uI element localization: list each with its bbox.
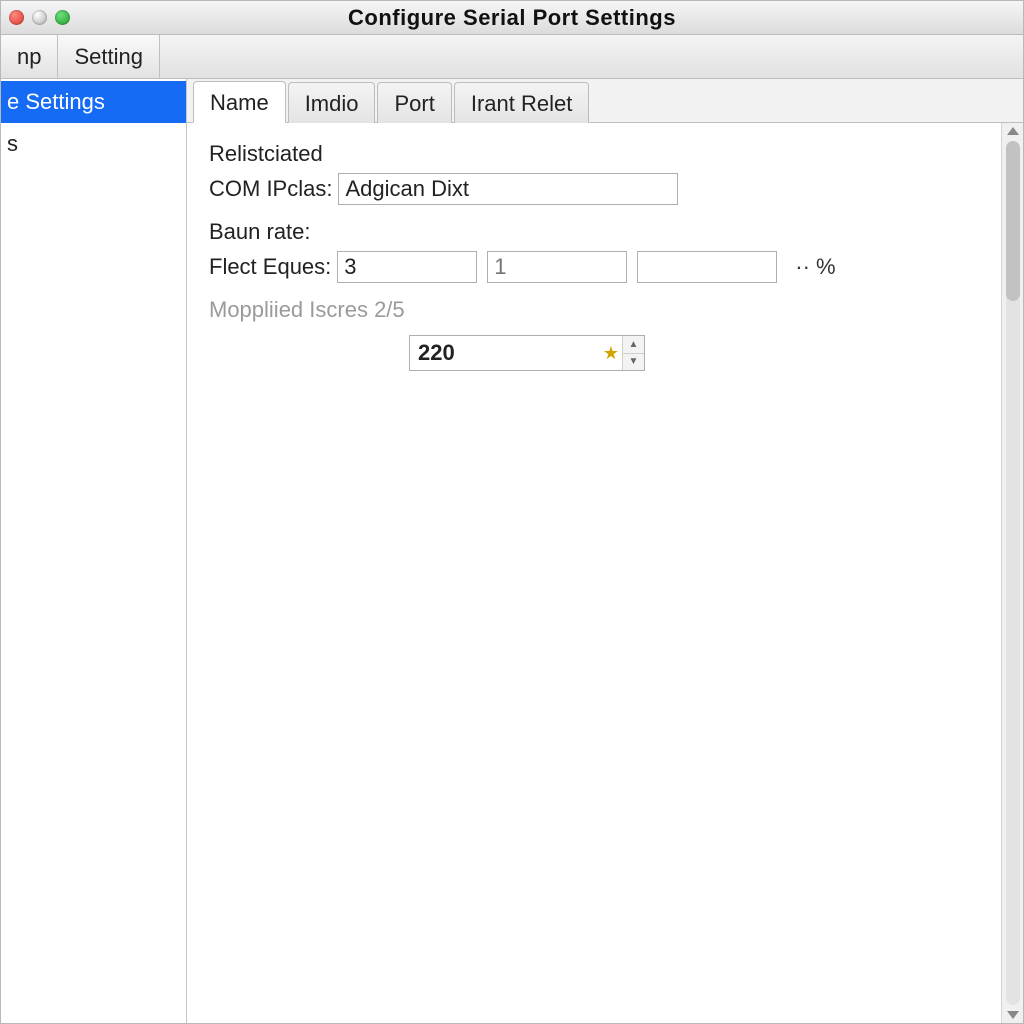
sidebar-item-settings[interactable]: e Settings [1,81,186,123]
moppliied-iscres-label: Moppliied Iscres 2/5 [209,297,405,323]
content-wrap: Relistciated COM IPclas: Baun rate: Flec… [187,123,1023,1023]
flect-input-3[interactable] [637,251,777,283]
toolbar: np Setting [1,35,1023,79]
tab-imdio[interactable]: Imdio [288,82,376,123]
com-ipclas-input[interactable] [338,173,678,205]
toolbar-item-np[interactable]: np [1,35,58,78]
toolbar-item-setting[interactable]: Setting [58,35,160,78]
spinner-buttons: ▲ ▼ [622,336,644,370]
tab-irant-relet[interactable]: Irant Relet [454,82,590,123]
tab-content: Relistciated COM IPclas: Baun rate: Flec… [187,123,1001,1023]
scroll-down-icon[interactable] [1007,1011,1019,1019]
flect-eques-label: Flect Eques: [209,254,331,280]
window-title: Configure Serial Port Settings [1,5,1023,31]
sidebar-item-label: s [7,131,18,156]
body: e Settings s Name Imdio Port Irant Relet… [1,79,1023,1023]
scroll-up-icon[interactable] [1007,127,1019,135]
spinner-up-icon[interactable]: ▲ [623,336,644,354]
relistciated-label: Relistciated [209,141,323,167]
flect-input-1[interactable] [337,251,477,283]
scroll-thumb[interactable] [1006,141,1020,301]
vertical-scrollbar[interactable] [1001,123,1023,1023]
moppliied-spinner[interactable]: 220 ★ ▲ ▼ [409,335,645,371]
tab-name[interactable]: Name [193,81,286,123]
tabstrip: Name Imdio Port Irant Relet [187,79,1023,123]
sidebar-item-label: e Settings [7,89,105,114]
baun-rate-label: Baun rate: [209,219,311,245]
percent-suffix: ·· % [795,254,835,280]
titlebar: Configure Serial Port Settings [1,1,1023,35]
spinner-value: 220 [410,336,600,370]
flect-input-2[interactable] [487,251,627,283]
configure-serial-port-window: Configure Serial Port Settings np Settin… [0,0,1024,1024]
tab-port[interactable]: Port [377,82,451,123]
scroll-track[interactable] [1006,141,1020,1005]
spinner-down-icon[interactable]: ▼ [623,354,644,371]
sidebar-item-s[interactable]: s [1,123,186,165]
star-icon: ★ [600,343,622,364]
sidebar: e Settings s [1,79,187,1023]
com-ipclas-label: COM IPclas: [209,176,332,202]
flect-eques-group: ·· % [337,251,835,283]
main-panel: Name Imdio Port Irant Relet Relistciated… [187,79,1023,1023]
